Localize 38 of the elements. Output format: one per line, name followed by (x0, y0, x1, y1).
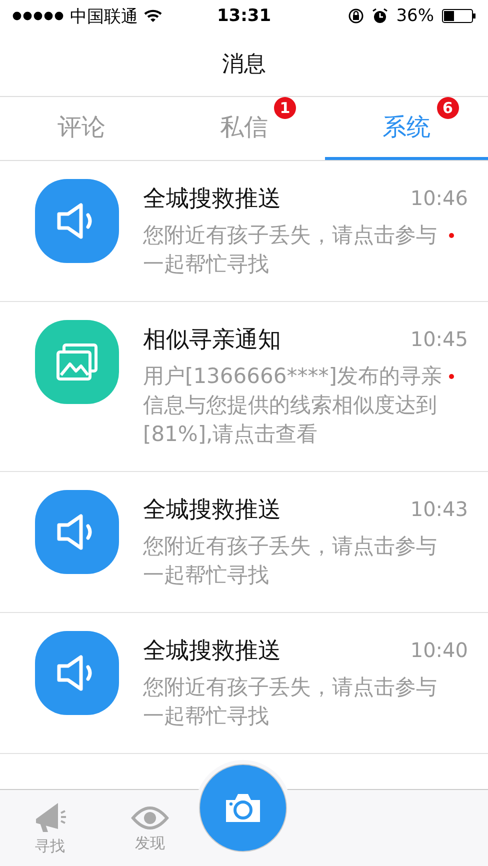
wifi-icon (144, 9, 162, 23)
message-item[interactable]: 全城搜救推送 10:46 您附近有孩子丢失，请点击参与一起帮忙寻找 (0, 161, 488, 302)
clock-time: 13:31 (216, 6, 272, 26)
count-badge: 6 (436, 97, 459, 119)
speaker-icon (35, 179, 119, 263)
message-title: 全城搜救推送 (143, 184, 281, 214)
page-title: 消息 (222, 51, 266, 79)
message-preview: 您附近有孩子丢失，请点击参与一起帮忙寻找 (143, 533, 438, 589)
eye-icon (131, 804, 169, 832)
message-preview: 您附近有孩子丢失，请点击参与一起帮忙寻找 (143, 222, 438, 278)
message-title: 全城搜救推送 (143, 636, 281, 666)
message-title: 全城搜救推送 (143, 496, 281, 524)
message-time: 10:43 (410, 497, 468, 521)
count-badge: 1 (274, 97, 296, 119)
signal-icon (12, 11, 64, 21)
gallery-icon (35, 320, 119, 404)
speaker-icon (35, 631, 119, 715)
nav-tab[interactable]: 发现 (100, 790, 200, 866)
message-preview: 用户[1366666****]发布的寻亲信息与您提供的线索相似度达到[81%],请点击查看 (143, 363, 443, 448)
speaker-icon (35, 490, 119, 574)
message-time: 10:40 (410, 638, 468, 662)
message-preview: 您附近有孩子丢失，请点击参与一起帮忙寻找 (143, 674, 438, 730)
nav-tab[interactable]: 寻找 (0, 790, 100, 866)
tab[interactable]: 私信 1 (162, 97, 326, 160)
camera-icon (224, 792, 262, 824)
carrier-name: 中国联通 (70, 6, 138, 28)
battery-icon (442, 9, 476, 23)
message-item[interactable]: 全城搜救推送 10:40 您附近有孩子丢失，请点击参与一起帮忙寻找 (0, 613, 488, 754)
message-item[interactable]: 全城搜救推送 10:43 您附近有孩子丢失，请点击参与一起帮忙寻找 (0, 472, 488, 613)
battery-percent: 36% (396, 6, 434, 26)
rotation-lock-icon (348, 8, 364, 24)
message-title: 相似寻亲通知 (143, 326, 281, 354)
tab[interactable]: 评论 (0, 97, 163, 160)
message-time: 10:45 (410, 327, 468, 351)
message-item[interactable]: 相似寻亲通知 10:45 用户[1366666****]发布的寻亲信息与您提供的线索相似度达到[81%],请点击查看 (0, 302, 488, 472)
tab[interactable]: 系统 6 (325, 97, 488, 160)
message-time: 10:46 (410, 186, 468, 210)
alarm-icon (372, 8, 388, 24)
